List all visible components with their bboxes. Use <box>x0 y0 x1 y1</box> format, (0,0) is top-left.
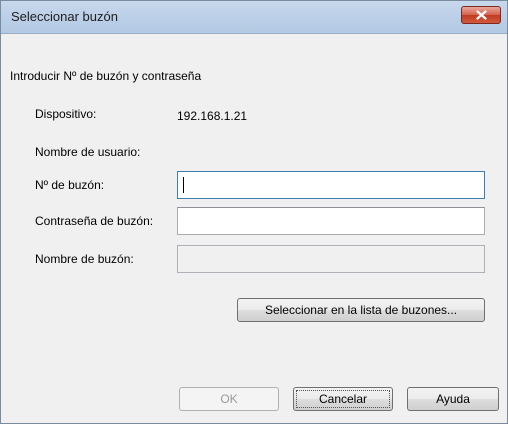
title-bar[interactable]: Seleccionar buzón <box>1 1 507 34</box>
ok-button: OK <box>179 387 279 411</box>
close-button[interactable] <box>461 6 501 24</box>
mailbox-name-input <box>177 245 485 273</box>
mailbox-number-label: Nº de buzón: <box>35 178 105 192</box>
cancel-button[interactable]: Cancelar <box>293 387 393 411</box>
device-value: 192.168.1.21 <box>177 109 248 123</box>
text-caret <box>183 177 184 193</box>
window-title: Seleccionar buzón <box>11 9 118 24</box>
select-from-list-button[interactable]: Seleccionar en la lista de buzones... <box>237 298 485 322</box>
mailbox-password-input[interactable] <box>177 207 485 235</box>
username-label: Nombre de usuario: <box>35 145 141 159</box>
select-mailbox-dialog: Seleccionar buzón Introducir Nº de buzón… <box>0 0 508 424</box>
mailbox-number-input[interactable] <box>177 171 485 199</box>
close-icon <box>476 10 487 20</box>
help-button[interactable]: Ayuda <box>407 387 499 411</box>
form-heading: Introducir Nº de buzón y contraseña <box>10 69 202 83</box>
device-label: Dispositivo: <box>35 107 97 121</box>
cancel-button-label: Cancelar <box>318 392 368 406</box>
mailbox-name-label: Nombre de buzón: <box>35 252 134 266</box>
mailbox-password-label: Contraseña de buzón: <box>35 214 154 228</box>
